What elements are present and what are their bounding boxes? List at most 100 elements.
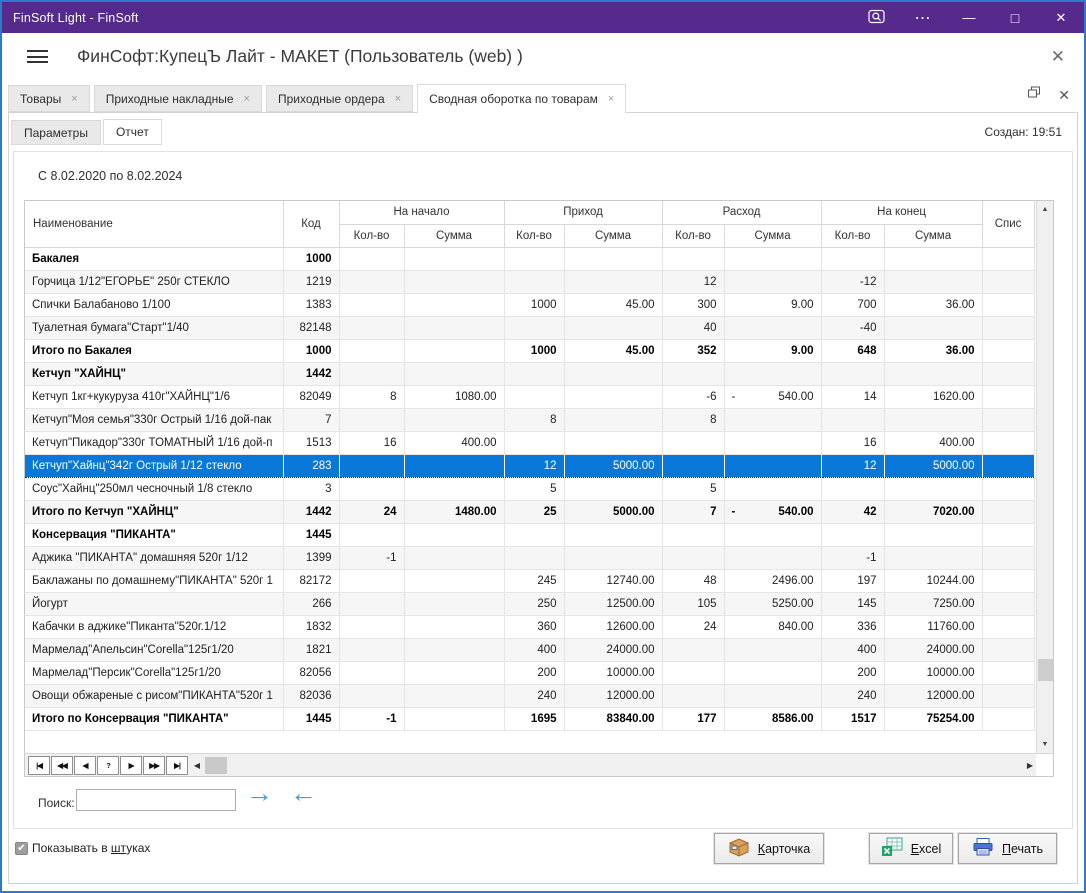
tab-close-icon[interactable]: × — [608, 93, 614, 105]
cell-value — [404, 293, 504, 316]
tab-3[interactable]: Приходные ордера× — [266, 85, 413, 112]
col-group-outcome[interactable]: Расход — [662, 201, 821, 224]
col-header-code[interactable]: Код — [283, 201, 339, 247]
subtab-1[interactable]: Параметры — [11, 120, 101, 145]
table-row[interactable]: Йогурт26625012500.001055250.001457250.00 — [25, 592, 1034, 615]
cell-value — [724, 684, 821, 707]
cell-value — [564, 408, 662, 431]
cell-value: 1000 — [504, 293, 564, 316]
col-header-qty[interactable]: Кол-во — [821, 224, 884, 247]
col-group-end[interactable]: На конец — [821, 201, 982, 224]
nav-button-6[interactable]: ▶▶ — [143, 756, 165, 775]
nav-button-2[interactable]: ◀◀ — [51, 756, 73, 775]
more-options-icon[interactable]: ⋯ — [900, 2, 946, 33]
tab-4[interactable]: Сводная оборотка по товарам× — [417, 84, 626, 113]
table-row[interactable]: Мармелад"Апельсин"Corella"125г1/20182140… — [25, 638, 1034, 661]
cell-value: 7020.00 — [884, 500, 982, 523]
search-next-icon[interactable]: → — [246, 778, 273, 809]
box-button[interactable]: Карточка — [714, 833, 824, 864]
table-row[interactable]: Кабачки в аджике"Пиканта"520г.1/12183236… — [25, 615, 1034, 638]
table-row[interactable]: Спички Балабаново 1/1001383100045.003009… — [25, 293, 1034, 316]
table-row[interactable]: Туалетная бумага"Старт"1/408214840-40 — [25, 316, 1034, 339]
col-group-begin[interactable]: На начало — [339, 201, 504, 224]
cell-value: 45.00 — [564, 293, 662, 316]
cell-value: 12 — [504, 454, 564, 477]
cell-value — [339, 454, 404, 477]
horizontal-scroll-thumb[interactable] — [205, 757, 227, 774]
table-row[interactable]: Бакалея1000 — [25, 247, 1034, 270]
cell-value: 1620.00 — [884, 385, 982, 408]
table-row[interactable]: Кетчуп "ХАЙНЦ"1442 — [25, 362, 1034, 385]
checkbox-check-icon[interactable]: ✔ — [15, 842, 28, 855]
horizontal-scrollbar[interactable]: ◀ ▶ — [189, 754, 1053, 776]
table-row[interactable]: Аджика "ПИКАНТА" домашняя 520г 1/121399-… — [25, 546, 1034, 569]
vertical-scrollbar[interactable]: ▲ ▼ — [1036, 201, 1053, 753]
maximize-icon[interactable]: □ — [992, 2, 1038, 33]
close-view-icon[interactable]: ✕ — [1058, 87, 1070, 104]
tab-close-icon[interactable]: × — [71, 93, 77, 105]
col-header-spis[interactable]: Спис — [982, 201, 1034, 247]
col-header-qty[interactable]: Кол-во — [504, 224, 564, 247]
excel-button[interactable]: Excel — [869, 833, 953, 864]
nav-button-5[interactable]: ▶ — [120, 756, 142, 775]
col-header-sum[interactable]: Сумма — [724, 224, 821, 247]
table-row[interactable]: Кетчуп 1кг+кукуруза 410г"ХАЙНЦ"1/6820498… — [25, 385, 1034, 408]
cell-value: 10244.00 — [884, 569, 982, 592]
vertical-scroll-thumb[interactable] — [1038, 659, 1053, 681]
cell-value — [339, 270, 404, 293]
cell-value — [821, 247, 884, 270]
nav-button-4[interactable]: ? — [97, 756, 119, 775]
cell-value: 24 — [662, 615, 724, 638]
tab-2[interactable]: Приходные накладные× — [94, 85, 262, 112]
col-header-sum[interactable]: Сумма — [404, 224, 504, 247]
table-row[interactable]: Кетчуп"Пикадор"330г ТОМАТНЫЙ 1/16 дой-п1… — [25, 431, 1034, 454]
scroll-down-icon[interactable]: ▼ — [1037, 737, 1053, 752]
minimize-icon[interactable]: — — [946, 2, 992, 33]
cell-value — [339, 569, 404, 592]
nav-button-1[interactable]: |◀ — [28, 756, 50, 775]
show-in-pieces-checkbox[interactable]: ✔ Показывать в штуках — [15, 841, 150, 855]
cell-value — [504, 316, 564, 339]
table-row[interactable]: Овощи обжареные с рисом"ПИКАНТА"520г 182… — [25, 684, 1034, 707]
printer-button[interactable]: Печать — [958, 833, 1057, 864]
table-row[interactable]: Соус"Хайнц"250мл чесночный 1/8 стекло355 — [25, 477, 1034, 500]
col-header-name[interactable]: Наименование — [25, 201, 283, 247]
titlebar-search-icon[interactable] — [854, 2, 900, 33]
table-row[interactable]: Итого по Бакалея1000100045.003529.006483… — [25, 339, 1034, 362]
tab-close-icon[interactable]: × — [244, 93, 250, 105]
search-input[interactable] — [76, 789, 236, 811]
table-row[interactable]: Баклажаны по домашнему"ПИКАНТА" 520г 182… — [25, 569, 1034, 592]
table-row[interactable]: Кетчуп"Моя семья"330г Острый 1/16 дой-па… — [25, 408, 1034, 431]
col-group-income[interactable]: Приход — [504, 201, 662, 224]
table-row[interactable]: Консервация "ПИКАНТА"1445 — [25, 523, 1034, 546]
checkbox-label: Показывать в штуках — [32, 841, 150, 855]
tab-1[interactable]: Товары× — [8, 85, 90, 112]
scroll-right-icon[interactable]: ▶ — [1027, 761, 1033, 770]
nav-button-7[interactable]: ▶| — [166, 756, 188, 775]
col-header-sum[interactable]: Сумма — [884, 224, 982, 247]
close-icon[interactable]: ✕ — [1038, 2, 1084, 33]
app-header: ФинСофт:КупецЪ Лайт - МАКЕТ (Пользовател… — [2, 33, 1084, 80]
nav-button-3[interactable]: ◀ — [74, 756, 96, 775]
cell-name: Овощи обжареные с рисом"ПИКАНТА"520г 1 — [25, 684, 283, 707]
app-close-icon[interactable]: ✕ — [1051, 47, 1065, 67]
table-row[interactable]: Горчица 1/12"ЕГОРЬЕ" 250г СТЕКЛО121912-1… — [25, 270, 1034, 293]
table-wrap: Наименование Код На начало Приход Расход… — [25, 201, 1037, 753]
col-header-qty[interactable]: Кол-во — [339, 224, 404, 247]
cell-value — [404, 339, 504, 362]
table-row[interactable]: Итого по Консервация "ПИКАНТА"1445-11695… — [25, 707, 1034, 730]
scrollbar-corner — [1036, 754, 1053, 776]
tab-close-icon[interactable]: × — [395, 93, 401, 105]
cell-value — [662, 546, 724, 569]
col-header-sum[interactable]: Сумма — [564, 224, 662, 247]
menu-button[interactable] — [27, 50, 48, 63]
table-row[interactable]: Мармелад"Персик"Corella"125г1/2082056200… — [25, 661, 1034, 684]
table-row[interactable]: Кетчуп"Хайнц"342г Острый 1/12 стекло2831… — [25, 454, 1034, 477]
scroll-up-icon[interactable]: ▲ — [1037, 202, 1053, 217]
scroll-left-icon[interactable]: ◀ — [189, 761, 205, 770]
search-prev-icon[interactable]: ← — [290, 778, 317, 809]
subtab-2[interactable]: Отчет — [103, 119, 162, 145]
restore-window-icon[interactable] — [1027, 86, 1041, 104]
table-row[interactable]: Итого по Кетчуп "ХАЙНЦ"1442241480.002550… — [25, 500, 1034, 523]
col-header-qty[interactable]: Кол-во — [662, 224, 724, 247]
